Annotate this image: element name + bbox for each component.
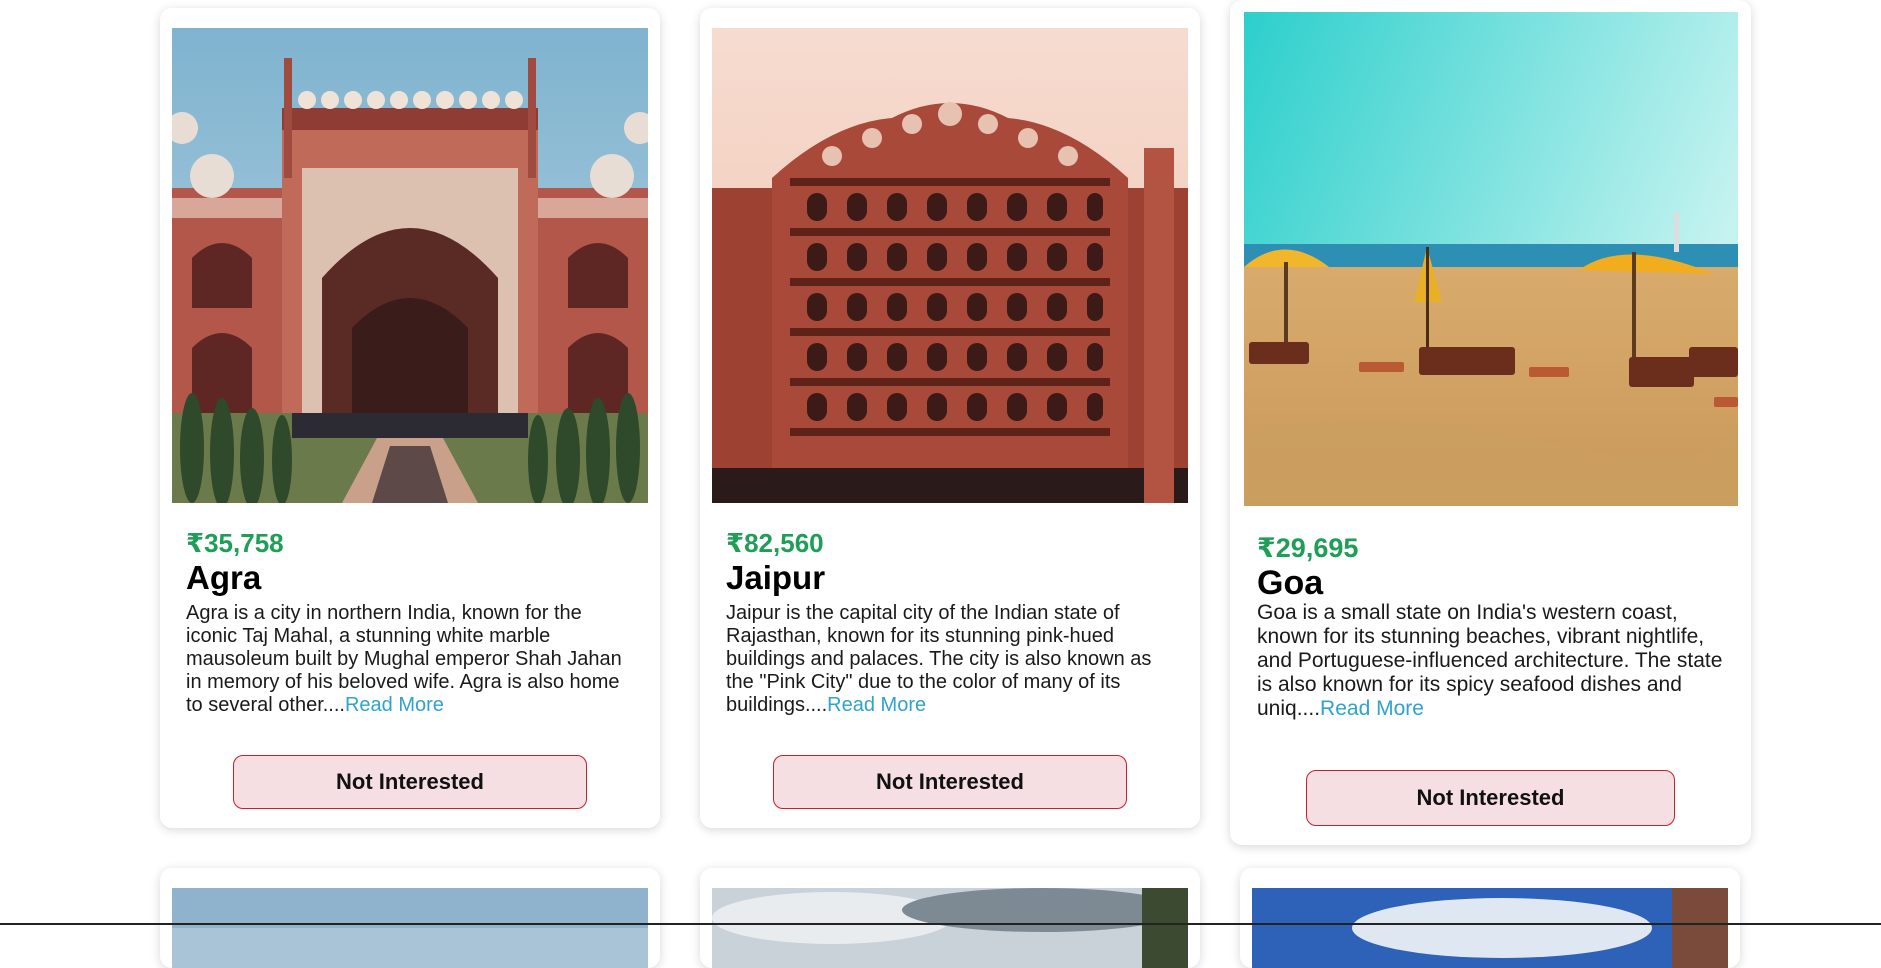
not-interested-button[interactable]: Not Interested	[233, 755, 587, 809]
destination-card-row2-2	[700, 868, 1200, 968]
city-name: Agra	[186, 559, 262, 596]
description: Jaipur is the capital city of the Indian…	[726, 602, 1176, 717]
read-more-link[interactable]: Read More	[827, 694, 926, 716]
row2-photo-2	[712, 888, 1188, 968]
price-label: ₹29,695	[1257, 533, 1359, 563]
destination-card-goa: ₹29,695 Goa Goa is a small state on Indi…	[1230, 0, 1751, 845]
city-name: Goa	[1257, 564, 1324, 602]
row2-photo-3	[1252, 888, 1728, 968]
destination-card-row2-1	[160, 868, 660, 968]
not-interested-button[interactable]: Not Interested	[1306, 770, 1675, 826]
row2-photo-1	[172, 888, 648, 968]
description: Agra is a city in northern India, known …	[186, 602, 636, 717]
read-more-link[interactable]: Read More	[345, 694, 444, 716]
price-label: ₹35,758	[186, 528, 284, 558]
goa-photo	[1244, 12, 1738, 506]
destination-card-row2-3	[1240, 868, 1740, 968]
price-label: ₹82,560	[726, 528, 824, 558]
agra-photo	[172, 28, 648, 503]
destination-card-agra: ₹35,758 Agra Agra is a city in northern …	[160, 8, 660, 828]
not-interested-button[interactable]: Not Interested	[773, 755, 1127, 809]
description: Goa is a small state on India's western …	[1257, 601, 1727, 721]
destination-card-jaipur: ₹82,560 Jaipur Jaipur is the capital cit…	[700, 8, 1200, 828]
jaipur-photo	[712, 28, 1188, 503]
city-name: Jaipur	[726, 559, 826, 596]
read-more-link[interactable]: Read More	[1320, 697, 1424, 720]
description-text: Jaipur is the capital city of the Indian…	[726, 602, 1152, 716]
